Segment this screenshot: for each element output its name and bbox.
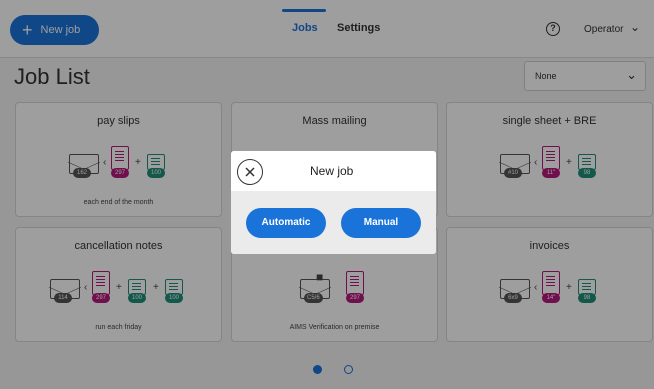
close-button[interactable]: [237, 159, 263, 185]
dialog-header: New job: [231, 151, 436, 191]
close-icon: [245, 167, 255, 177]
app: + New job Jobs Settings ? Operator ⌄ Job…: [0, 0, 654, 389]
automatic-button[interactable]: Automatic: [246, 208, 326, 238]
manual-button[interactable]: Manual: [341, 208, 421, 238]
new-job-dialog: New job Automatic Manual: [231, 151, 436, 254]
dialog-title: New job: [310, 164, 354, 178]
